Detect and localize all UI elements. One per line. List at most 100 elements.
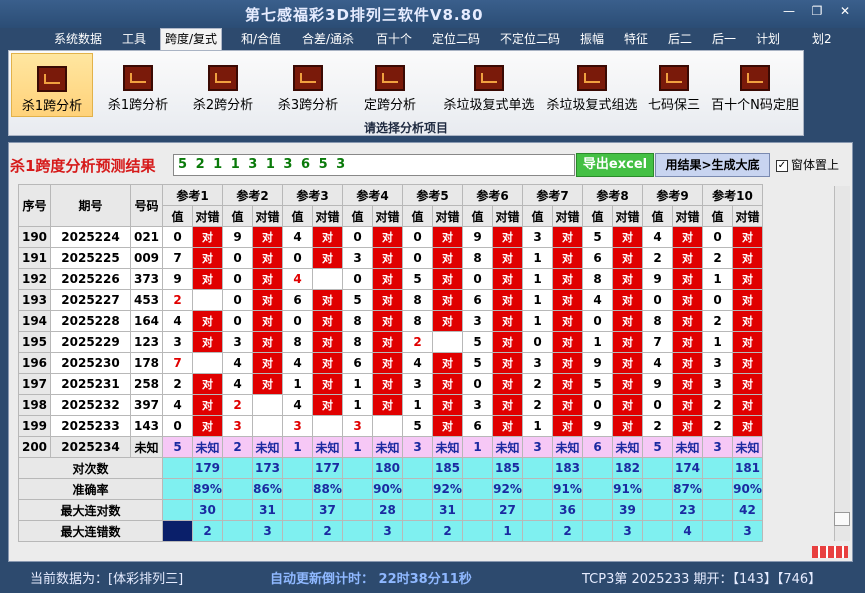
menu-plan[interactable]: 计划 — [752, 30, 784, 48]
prediction-status: 未知 — [552, 436, 583, 458]
ribbon-junk-group[interactable]: 杀垃圾复式组选 — [542, 53, 642, 117]
stats-value: 88% — [312, 478, 343, 500]
menu-plan-2[interactable]: 划2 — [808, 30, 836, 48]
row-value: 4 — [162, 394, 193, 416]
prediction-status: 未知 — [432, 436, 463, 458]
menu-fixed-two[interactable]: 定位二码 — [428, 30, 484, 48]
ribbon-n-code[interactable]: 百十个N码定胆 — [707, 53, 803, 117]
header-ref: 参考8 — [582, 184, 643, 206]
chart-icon — [375, 65, 405, 91]
prediction-value: 6 — [582, 436, 613, 458]
stats-pad — [282, 499, 313, 521]
row-value: 4 — [642, 352, 673, 374]
row-ok — [372, 415, 403, 437]
header-ref: 参考2 — [222, 184, 283, 206]
row-ok: 对 — [252, 289, 283, 311]
menu-unfixed-two[interactable]: 不定位二码 — [496, 30, 564, 48]
stats-value: 90% — [732, 478, 763, 500]
row-value: 0 — [582, 310, 613, 332]
menu-diff-kill[interactable]: 合差/通杀 — [298, 30, 358, 48]
scrollbar-thumb[interactable] — [834, 512, 850, 526]
stats-pad — [702, 520, 733, 542]
row-value: 9 — [222, 226, 253, 248]
topmost-checkbox[interactable]: ✓ 窗体置上 — [776, 156, 839, 173]
chart-icon — [659, 65, 689, 91]
header-ok: 对错 — [432, 205, 463, 227]
row-value: 4 — [222, 352, 253, 374]
row-ok: 对 — [372, 226, 403, 248]
header-ref: 参考5 — [402, 184, 463, 206]
stats-value: 185 — [492, 457, 523, 479]
result-field[interactable]: 5 2 1 1 3 1 3 6 5 3 — [173, 154, 575, 176]
ribbon-kill1-span[interactable]: 杀1跨分析 — [97, 53, 179, 117]
stats-value: 2 — [432, 520, 463, 542]
row-value: 3 — [462, 310, 493, 332]
close-icon[interactable]: ✕ — [834, 4, 856, 18]
table-row: 199 2025233 143 0 对 3 3 3 5 对 6 对 1 对 9 对 2 对 2 对 — [18, 415, 763, 437]
row-value: 4 — [642, 226, 673, 248]
row-ok: 对 — [252, 352, 283, 374]
ribbon-kill3-span[interactable]: 杀3跨分析 — [267, 53, 349, 117]
row-value: 0 — [222, 268, 253, 290]
header-ref: 参考3 — [282, 184, 343, 206]
vertical-scrollbar[interactable] — [834, 186, 850, 541]
stats-value: 181 — [732, 457, 763, 479]
row-ok: 对 — [192, 331, 223, 353]
menu-amplitude[interactable]: 振幅 — [576, 30, 608, 48]
stats-value: 1 — [492, 520, 523, 542]
row-value: 5 — [462, 352, 493, 374]
stats-pad — [582, 457, 613, 479]
menu-digits[interactable]: 百十个 — [372, 30, 416, 48]
menu-last-one[interactable]: 后一 — [708, 30, 740, 48]
row-value: 6 — [462, 289, 493, 311]
row-issue: 2025230 — [50, 352, 131, 374]
row-value: 3 — [162, 331, 193, 353]
row-ok: 对 — [192, 268, 223, 290]
stats-pad — [582, 499, 613, 521]
row-ok: 对 — [432, 310, 463, 332]
ribbon-kill2-span[interactable]: 杀2跨分析 — [182, 53, 264, 117]
menu-tools[interactable]: 工具 — [118, 30, 150, 48]
stats-value: 92% — [492, 478, 523, 500]
row-ok: 对 — [372, 310, 403, 332]
restore-icon[interactable]: ❐ — [806, 4, 828, 18]
menu-last-two[interactable]: 后二 — [664, 30, 696, 48]
row-ok: 对 — [612, 331, 643, 353]
row-value: 0 — [222, 289, 253, 311]
row-value: 0 — [642, 394, 673, 416]
stats-pad — [402, 499, 433, 521]
ribbon-fixed-span[interactable]: 定跨分析 — [349, 53, 431, 117]
table-row: 196 2025230 178 7 4 对 4 对 6 对 4 对 5 对 3 对 9 对 4 对 3 对 — [18, 352, 763, 374]
row-ok: 对 — [312, 310, 343, 332]
export-excel-button[interactable]: 导出excel — [576, 153, 654, 177]
stats-value: 2 — [552, 520, 583, 542]
ribbon-seven-code[interactable]: 七码保三 — [642, 53, 706, 117]
prediction-status: 未知 — [492, 436, 523, 458]
row-value: 9 — [642, 268, 673, 290]
row-ok: 对 — [672, 352, 703, 374]
row-ok: 对 — [732, 289, 763, 311]
table-row: 195 2025229 123 3 对 3 对 8 对 8 对 2 5 对 0 对 1 对 7 对 1 对 — [18, 331, 763, 353]
menu-feature[interactable]: 特征 — [620, 30, 652, 48]
prediction-value: 2 — [222, 436, 253, 458]
row-value: 7 — [162, 247, 193, 269]
ribbon-junk-single[interactable]: 杀垃圾复式单选 — [439, 53, 539, 117]
row-value: 0 — [462, 373, 493, 395]
ribbon-kill1-span-selected[interactable]: 杀1跨分析 — [11, 53, 93, 117]
row-seq: 200 — [18, 436, 51, 458]
minimize-icon[interactable]: — — [778, 4, 800, 18]
stats-pad — [342, 478, 373, 500]
menu-sum[interactable]: 和/合值 — [237, 30, 285, 48]
row-ok: 对 — [732, 268, 763, 290]
row-issue: 2025232 — [50, 394, 131, 416]
generate-base-button[interactable]: 用结果>生成大底 — [655, 153, 770, 177]
table-row: 192 2025226 373 9 对 0 对 4 0 对 5 对 0 对 1 对 8 对 9 对 1 对 — [18, 268, 763, 290]
row-value: 8 — [402, 289, 433, 311]
stats-pad — [582, 478, 613, 500]
menu-span-compound[interactable]: 跨度/复式 — [160, 28, 223, 50]
row-issue: 2025229 — [50, 331, 131, 353]
row-ok: 对 — [492, 310, 523, 332]
row-ok: 对 — [732, 373, 763, 395]
window-title: 第七感福彩3D排列三软件V8.80 — [245, 6, 484, 24]
menu-system-data[interactable]: 系统数据 — [50, 30, 106, 48]
